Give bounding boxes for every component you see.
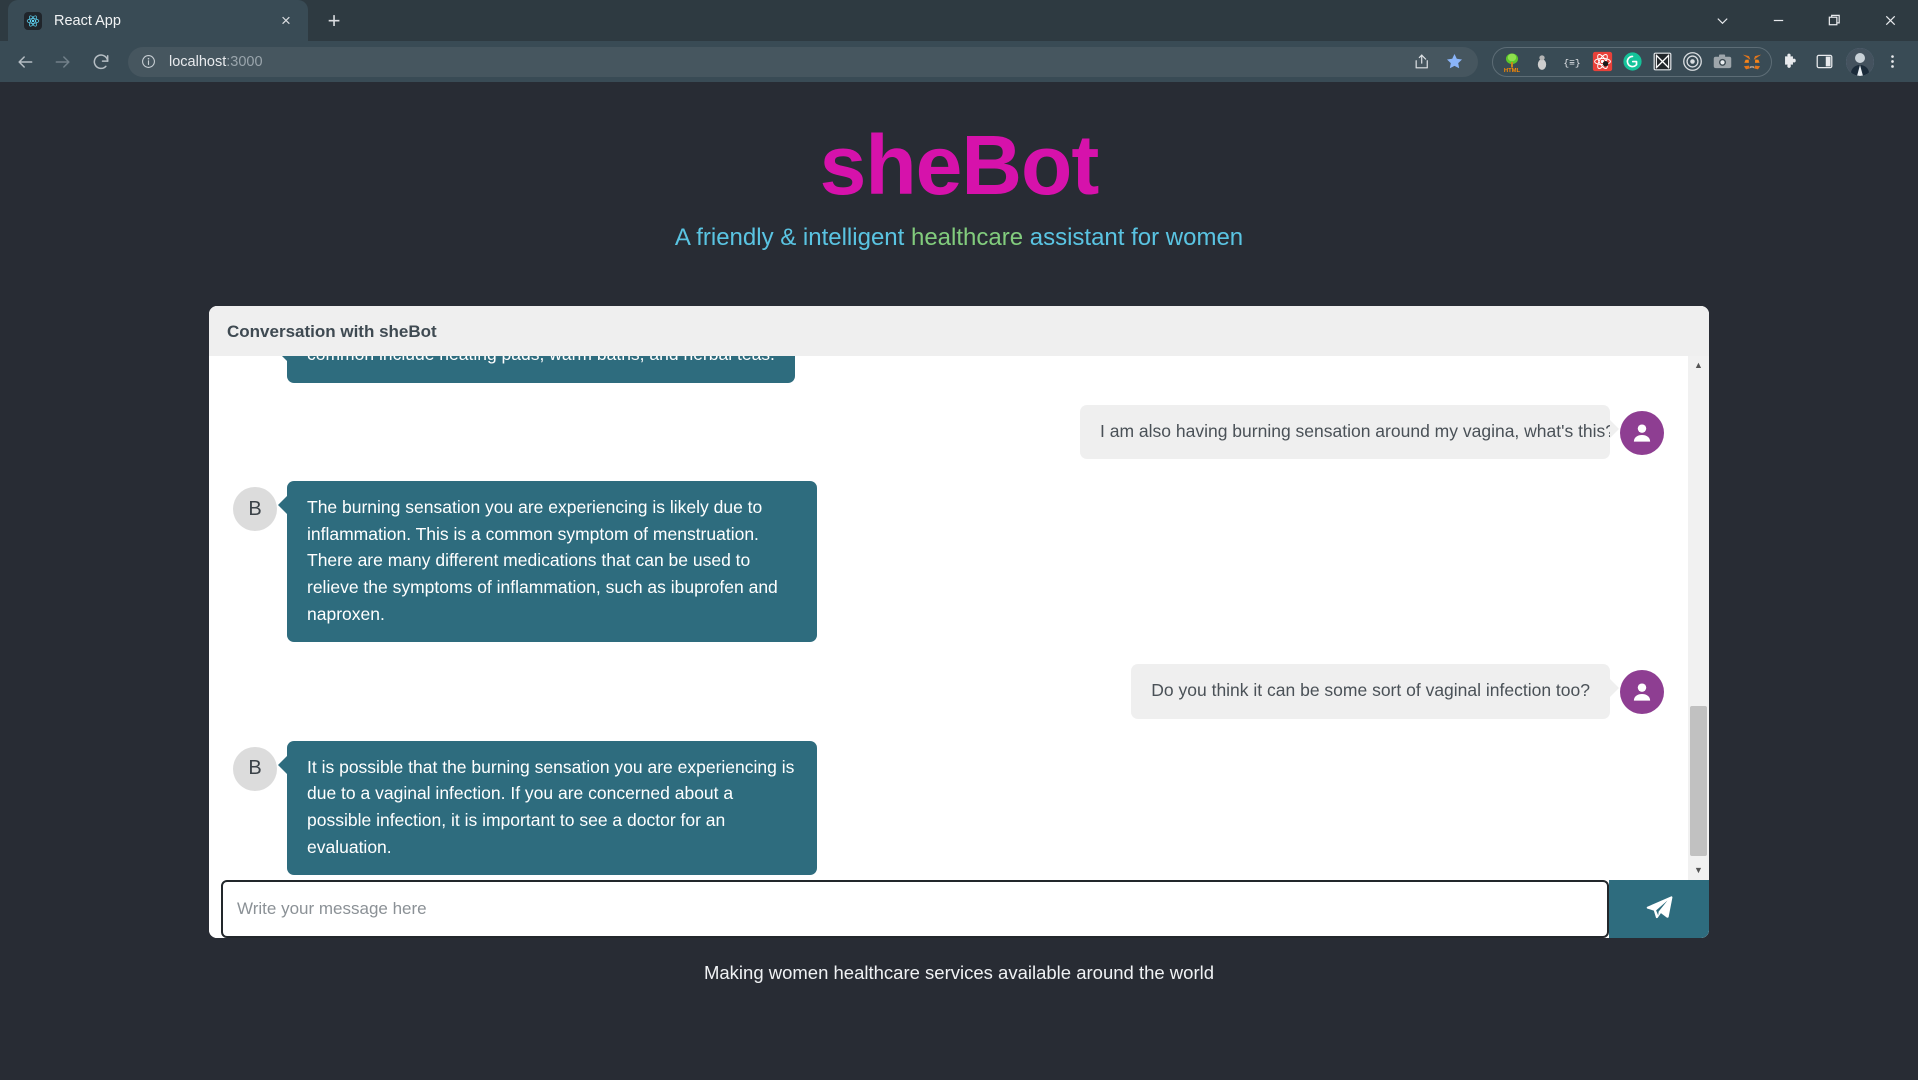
share-icon[interactable] — [1408, 48, 1436, 76]
user-avatar — [1620, 670, 1664, 715]
chat-panel: Conversation with sheBot common include … — [209, 306, 1709, 939]
profile-avatar[interactable] — [1846, 47, 1874, 76]
browser-tab[interactable]: React App × — [8, 0, 308, 41]
reload-icon[interactable] — [84, 45, 118, 79]
address-bar-url: localhost:3000 — [169, 53, 263, 70]
message-row: common include heating pads, warm baths,… — [209, 356, 1688, 383]
ruler-extension-icon[interactable] — [1647, 49, 1677, 75]
page-title: sheBot — [819, 118, 1100, 212]
subtitle-highlight: healthcare — [910, 224, 1024, 252]
browser-toolbar: localhost:3000 HTML {≡} — [0, 41, 1918, 82]
message-row: B It is possible that the burning sensat… — [209, 740, 1688, 876]
side-panel-icon[interactable] — [1808, 46, 1840, 78]
browser-window: React App × + localhost:3000 HTML {≡} sh… — [0, 0, 1918, 1080]
bot-avatar: B — [233, 487, 277, 532]
chat-panel-header: Conversation with sheBot — [209, 306, 1709, 357]
grammarly-extension-icon[interactable] — [1617, 49, 1647, 75]
user-message-bubble: I am also having burning sensation aroun… — [1080, 404, 1619, 460]
html-tree-extension-icon[interactable]: HTML — [1497, 49, 1527, 75]
react-devtools-extension-icon[interactable] — [1587, 49, 1617, 75]
scrollbar-thumb[interactable] — [1690, 705, 1707, 857]
bug-extension-icon[interactable] — [1527, 49, 1557, 75]
bot-message-bubble: The burning sensation you are experienci… — [278, 481, 817, 643]
chat-input-row — [209, 880, 1709, 939]
message-row: B The burning sensation you are experien… — [209, 481, 1688, 643]
scroll-down-arrow[interactable]: ▼ — [1688, 861, 1709, 880]
target-extension-icon[interactable] — [1677, 49, 1707, 75]
kebab-menu-icon[interactable] — [1876, 46, 1908, 78]
message-row: I am also having burning sensation aroun… — [209, 404, 1688, 460]
message-row: Do you think it can be some sort of vagi… — [209, 664, 1688, 719]
send-button[interactable] — [1609, 880, 1709, 939]
scrollbar-track[interactable] — [1688, 375, 1709, 861]
metamask-extension-icon[interactable] — [1737, 49, 1767, 75]
tab-close-icon[interactable]: × — [274, 9, 298, 33]
window-controls — [1694, 0, 1918, 41]
react-logo-icon — [24, 11, 42, 30]
forward-icon[interactable] — [46, 45, 80, 79]
bot-message-bubble: It is possible that the burning sensatio… — [278, 740, 817, 876]
bot-avatar: B — [233, 746, 277, 791]
address-bar[interactable]: localhost:3000 — [128, 46, 1478, 77]
app-page: sheBot A friendly & intelligent healthca… — [0, 82, 1918, 1080]
scroll-up-arrow[interactable]: ▲ — [1688, 356, 1709, 375]
new-tab-button[interactable]: + — [317, 4, 351, 38]
screenshot-extension-icon[interactable] — [1707, 49, 1737, 75]
user-avatar — [1620, 410, 1664, 455]
send-paper-plane-icon — [1644, 892, 1675, 926]
site-info-icon[interactable] — [140, 53, 157, 70]
tab-strip: React App × + — [0, 0, 1918, 41]
svg-text:{≡}: {≡} — [1563, 57, 1580, 68]
tab-search-icon[interactable] — [1694, 0, 1750, 41]
page-subtitle: A friendly & intelligent healthcare assi… — [675, 224, 1243, 252]
chat-scroll-viewport: common include heating pads, warm baths,… — [209, 356, 1688, 880]
svg-text:HTML: HTML — [1504, 68, 1521, 73]
user-message-bubble: Do you think it can be some sort of vagi… — [1131, 664, 1619, 719]
close-icon[interactable] — [1862, 0, 1918, 41]
back-icon[interactable] — [8, 45, 42, 79]
maximize-icon[interactable] — [1806, 0, 1862, 41]
footer-tagline: Making women healthcare services availab… — [703, 962, 1215, 984]
bookmark-star-icon[interactable] — [1440, 48, 1468, 76]
minimize-icon[interactable] — [1750, 0, 1806, 41]
subtitle-part-1: A friendly & intelligent — [674, 224, 911, 252]
chat-scrollbar[interactable]: ▲ ▼ — [1688, 356, 1709, 881]
extensions-group: HTML {≡} — [1492, 46, 1772, 77]
json-viewer-extension-icon[interactable]: {≡} — [1557, 49, 1587, 75]
chat-message-area: common include heating pads, warm baths,… — [209, 356, 1709, 881]
bot-message-bubble: common include heating pads, warm baths,… — [278, 356, 795, 383]
tab-title: React App — [54, 12, 121, 29]
message-input[interactable] — [221, 880, 1609, 939]
subtitle-part-2: assistant for women — [1023, 224, 1244, 252]
extensions-puzzle-icon[interactable] — [1774, 46, 1806, 78]
